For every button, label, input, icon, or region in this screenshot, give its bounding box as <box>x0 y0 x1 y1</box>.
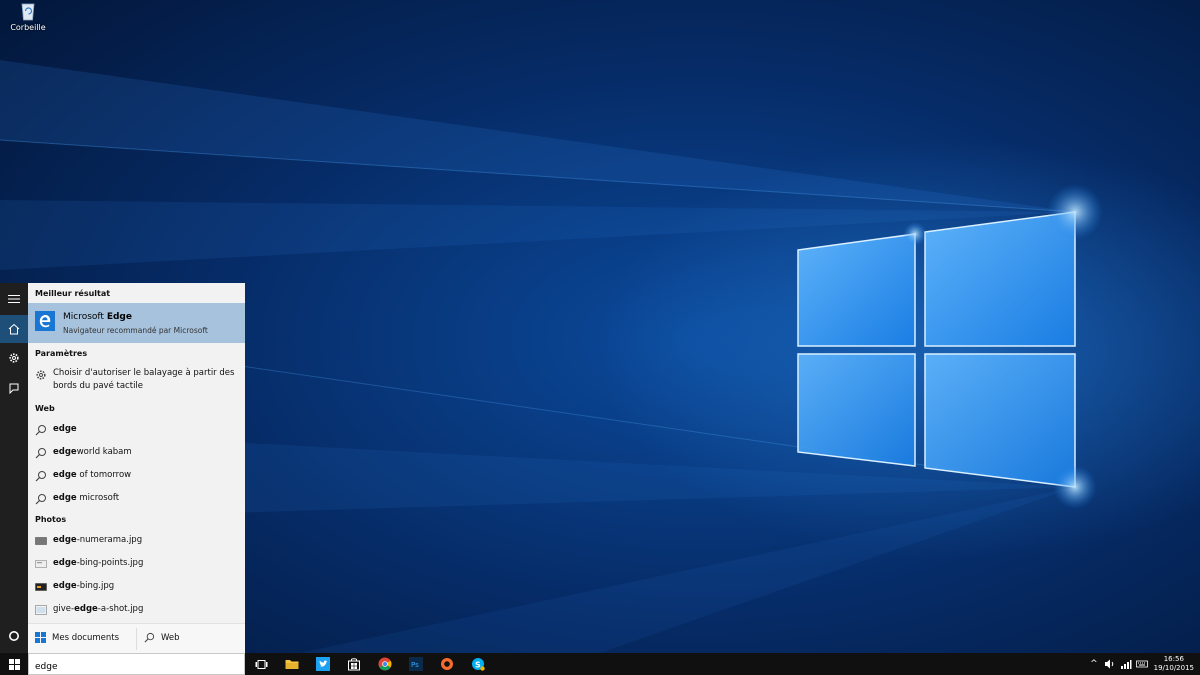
settings-result-item[interactable]: Choisir d'autoriser le balayage à partir… <box>28 365 245 395</box>
skype-icon: S <box>472 658 485 671</box>
hamburger-icon <box>8 295 20 303</box>
taskbar-clock[interactable]: 16:56 19/10/2015 <box>1154 655 1194 673</box>
photo-result-text: edge-bing-points.jpg <box>53 558 144 568</box>
photo-result-item[interactable]: edge-bing-points.jpg <box>28 553 245 575</box>
task-view-icon <box>255 659 267 669</box>
gear-icon <box>36 370 46 380</box>
store-icon <box>348 658 360 671</box>
origin-icon <box>441 658 453 670</box>
photoshop-button[interactable]: Ps <box>402 653 430 675</box>
my-documents-label: Mes documents <box>52 632 120 643</box>
svg-text:S: S <box>475 661 481 670</box>
photos-header: Photos <box>35 515 67 524</box>
settings-result-text: Choisir d'autoriser le balayage à partir… <box>53 368 235 391</box>
photo-result-item[interactable]: give-edge-a-shot.jpg <box>28 599 245 621</box>
best-match-header: Meilleur résultat <box>35 289 111 298</box>
feedback-button[interactable] <box>0 374 28 402</box>
web-scope-label: Web <box>161 632 180 643</box>
windows-logo-icon <box>35 632 46 643</box>
search-scope-bar: Mes documents Web <box>28 623 245 653</box>
image-thumbnail-icon <box>35 537 47 545</box>
search-icon <box>35 448 46 459</box>
best-match-name: Microsoft Edge <box>63 312 132 322</box>
chrome-icon <box>378 657 392 671</box>
photoshop-icon: Ps <box>409 657 423 671</box>
volume-icon[interactable] <box>1104 658 1116 670</box>
feedback-icon <box>9 383 19 394</box>
desktop-icon-recycle-bin[interactable]: Corbeille <box>8 0 48 32</box>
web-result-text: edgeworld kabam <box>53 447 132 457</box>
system-tray: ^ 16:56 19/10/2015 <box>1090 653 1200 675</box>
best-match-item[interactable]: Microsoft Edge Navigateur recommandé par… <box>28 303 245 343</box>
web-scope-button[interactable]: Web <box>144 632 180 643</box>
windows-logo-icon <box>8 658 20 670</box>
search-icon <box>35 471 46 482</box>
start-rail <box>0 283 28 653</box>
photo-result-text: give-edge-a-shot.jpg <box>53 604 144 614</box>
web-result-item[interactable]: edge microsoft <box>28 488 245 510</box>
search-icon <box>144 632 155 643</box>
file-explorer-button[interactable] <box>278 653 306 675</box>
search-results-panel: Meilleur résultat Microsoft Edge Navigat… <box>28 283 245 653</box>
file-explorer-icon <box>285 660 299 669</box>
store-button[interactable] <box>340 653 368 675</box>
image-thumbnail-icon <box>35 583 47 591</box>
desktop-icon-label: Corbeille <box>10 23 46 32</box>
network-icon[interactable] <box>1120 658 1132 670</box>
svg-text:Ps: Ps <box>411 661 419 669</box>
image-thumbnail-icon <box>35 605 47 615</box>
gear-icon <box>9 353 19 363</box>
origin-button[interactable] <box>433 653 461 675</box>
photo-result-item[interactable]: edge-numerama.jpg <box>28 530 245 552</box>
chrome-button[interactable] <box>371 653 399 675</box>
twitter-icon <box>316 657 330 671</box>
web-result-text: edge of tomorrow <box>53 470 132 480</box>
photo-result-item[interactable]: edge-bing.jpg <box>28 576 245 598</box>
photo-result-text: edge-numerama.jpg <box>53 535 143 545</box>
home-icon <box>8 323 20 335</box>
edge-icon <box>35 311 55 331</box>
search-icon <box>35 494 46 505</box>
photo-result-text: edge-bing.jpg <box>53 581 115 591</box>
clock-time: 16:56 <box>1163 655 1184 663</box>
web-result-item[interactable]: edge of tomorrow <box>28 465 245 487</box>
web-header: Web <box>35 404 55 413</box>
scope-divider <box>136 628 137 650</box>
web-result-text: edge microsoft <box>53 493 120 503</box>
twitter-app-button[interactable] <box>309 653 337 675</box>
cortana-circle-icon <box>9 631 19 641</box>
taskbar-search-box[interactable] <box>28 653 245 675</box>
best-match-subtitle: Navigateur recommandé par Microsoft <box>63 326 208 335</box>
recycle-bin-icon <box>17 0 39 22</box>
task-view-button[interactable] <box>247 653 275 675</box>
skype-button[interactable]: S <box>464 653 492 675</box>
search-input[interactable] <box>29 657 244 675</box>
keyboard-icon[interactable] <box>1135 658 1148 670</box>
web-result-text: edge <box>53 424 77 434</box>
chevron-up-icon[interactable]: ^ <box>1090 659 1098 669</box>
web-result-item[interactable]: edge <box>28 419 245 441</box>
start-button[interactable] <box>0 653 28 675</box>
clock-date: 19/10/2015 <box>1153 664 1194 672</box>
taskbar: Ps S ^ 16:56 19/10/2015 <box>0 653 1200 675</box>
settings-button[interactable] <box>0 344 28 372</box>
home-button[interactable] <box>0 315 28 343</box>
search-icon <box>35 425 46 436</box>
my-documents-button[interactable]: Mes documents <box>35 632 119 643</box>
web-result-item[interactable]: edgeworld kabam <box>28 442 245 464</box>
image-thumbnail-icon <box>35 560 47 568</box>
settings-header: Paramètres <box>35 349 88 358</box>
hamburger-menu-button[interactable] <box>0 285 28 313</box>
cortana-button[interactable] <box>0 622 28 650</box>
